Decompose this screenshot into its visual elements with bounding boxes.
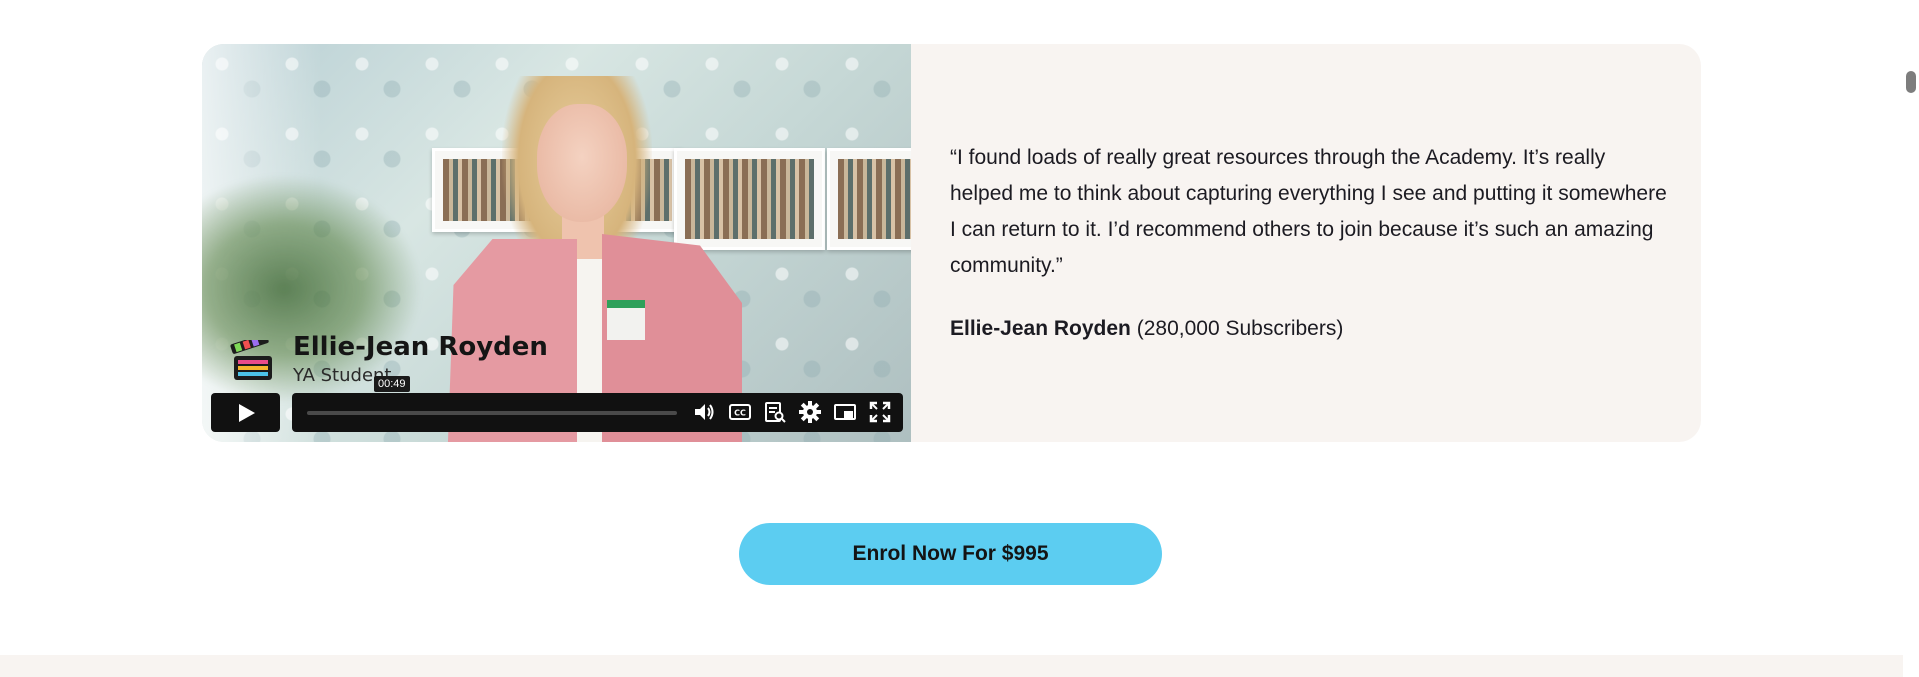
scrollbar[interactable] [1903,0,1919,677]
video-controls: 00:49 CC [211,376,903,433]
captions-icon[interactable]: CC [728,400,752,424]
volume-icon[interactable] [692,400,716,424]
progress-bar[interactable] [307,411,677,415]
wall-frame [674,148,825,250]
play-button[interactable] [211,393,280,432]
gear-icon[interactable] [798,400,822,424]
svg-text:CC: CC [734,409,746,418]
author-detail: (280,000 Subscribers) [1136,317,1344,340]
transcript-icon[interactable] [763,400,787,424]
testimonial-attribution: Ellie-Jean Royden (280,000 Subscribers) [950,317,1343,341]
play-icon [238,403,255,422]
enrol-now-button[interactable]: Enrol Now For $995 [739,523,1162,585]
wall-frame [827,148,911,250]
testimonial-card: Ellie-Jean Royden YA Student 00:49 CC “I… [202,44,1701,442]
speaker-face [537,104,627,222]
clapperboard-icon [230,340,272,380]
picture-in-picture-icon[interactable] [833,400,857,424]
video-speaker-name: Ellie-Jean Royden [293,332,548,362]
fullscreen-icon[interactable] [868,400,892,424]
video-player[interactable]: Ellie-Jean Royden YA Student 00:49 CC [202,44,911,442]
control-bar: 00:49 CC [292,376,903,432]
video-lower-third: Ellie-Jean Royden YA Student [230,330,690,390]
scrollbar-thumb[interactable] [1906,71,1916,93]
time-tooltip: 00:49 [374,376,410,392]
author-name: Ellie-Jean Royden [950,317,1131,340]
testimonial-quote: “I found loads of really great resources… [950,146,1667,277]
next-section-band [0,655,1903,677]
